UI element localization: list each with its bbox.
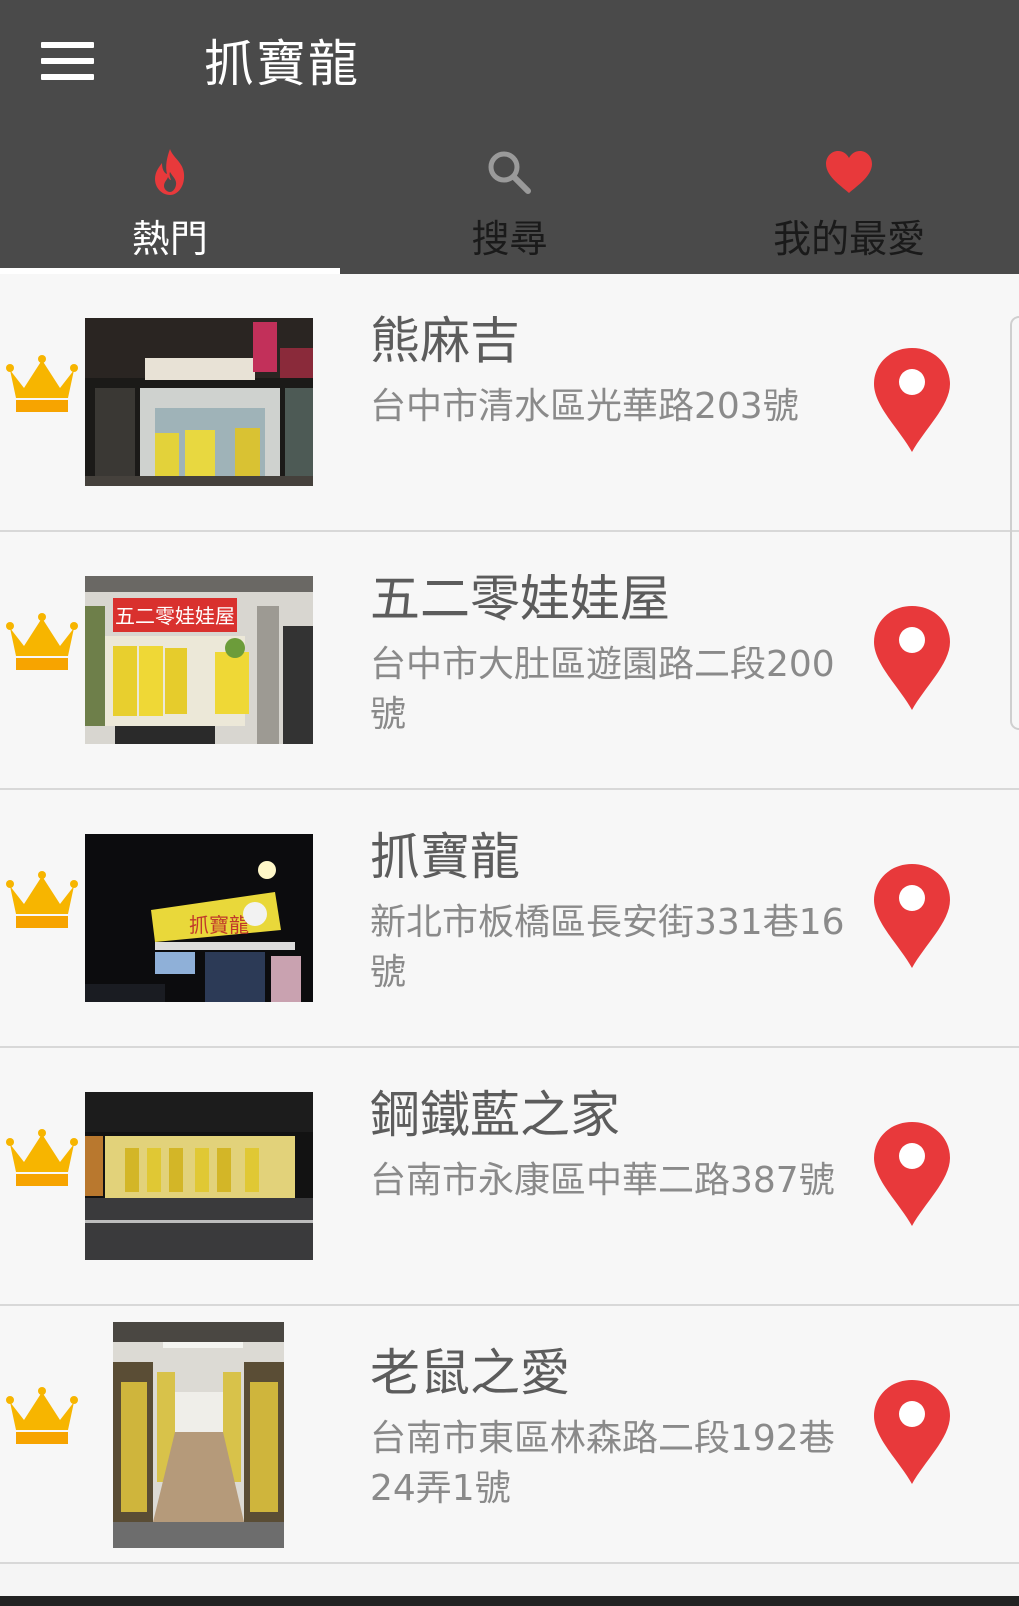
tab-search[interactable]: 搜尋	[340, 132, 680, 274]
list-item[interactable]: 五二零娃娃屋 五二零娃娃屋 台中市大肚區遊園路二段200號	[0, 532, 1019, 790]
crown-icon	[6, 613, 78, 670]
store-photo: 抓寶龍	[85, 834, 313, 1002]
store-photo	[113, 1322, 284, 1548]
store-address: 台南市永康區中華二路387號	[370, 1160, 835, 1201]
store-name: 五二零娃娃屋	[370, 570, 670, 628]
store-address: 台中市大肚區遊園路二段200號	[370, 644, 835, 735]
tab-label: 熱門	[131, 217, 208, 261]
tab-favorites[interactable]: 我的最愛	[679, 132, 1019, 274]
store-name: 老鼠之愛	[370, 1344, 570, 1402]
store-address: 台南市東區林森路二段192巷24弄1號	[370, 1418, 835, 1509]
store-photo: 五二零娃娃屋	[85, 576, 313, 744]
app-title: 抓寶龍	[204, 35, 360, 93]
store-address: 新北市板橋區長安街331巷16號	[370, 902, 845, 993]
heart-icon	[826, 151, 873, 193]
map-pin-icon[interactable]	[870, 1118, 954, 1230]
crown-icon	[6, 1129, 78, 1186]
map-pin-icon[interactable]	[870, 602, 954, 714]
map-pin-icon[interactable]	[870, 1376, 954, 1488]
store-sign-text: 五二零娃娃屋	[115, 604, 235, 628]
store-address: 台中市清水區光華路203號	[370, 386, 799, 427]
store-list: 熊麻吉 台中市清水區光華路203號 五二零娃娃屋 五二零娃娃屋 台中市大肚區遊園…	[0, 274, 1019, 1564]
store-photo	[85, 1092, 313, 1260]
map-pin-icon[interactable]	[870, 344, 954, 456]
list-item[interactable]: 抓寶龍 抓寶龍 新北市板橋區長安街331巷16號	[0, 790, 1019, 1048]
store-name: 熊麻吉	[370, 312, 520, 370]
store-photo	[85, 318, 313, 486]
tab-hot[interactable]: 熱門	[0, 132, 340, 274]
store-name: 抓寶龍	[370, 828, 520, 886]
tab-label: 我的最愛	[773, 217, 926, 261]
store-sign-text: 抓寶龍	[189, 913, 249, 937]
menu-icon[interactable]	[32, 36, 102, 90]
list-item[interactable]: 鋼鐵藍之家 台南市永康區中華二路387號	[0, 1048, 1019, 1306]
store-name: 鋼鐵藍之家	[370, 1086, 620, 1144]
crown-icon	[6, 871, 78, 928]
bottom-edge	[0, 1596, 1019, 1606]
map-pin-icon[interactable]	[870, 860, 954, 972]
edge-panel-handle[interactable]	[1010, 316, 1019, 730]
flame-icon	[154, 149, 184, 195]
tab-label: 搜尋	[471, 217, 548, 261]
list-item[interactable]: 老鼠之愛 台南市東區林森路二段192巷24弄1號	[0, 1306, 1019, 1564]
list-item[interactable]: 熊麻吉 台中市清水區光華路203號	[0, 274, 1019, 532]
app-bar: 抓寶龍	[0, 0, 1019, 132]
tab-bar: 熱門 搜尋 我的最愛	[0, 132, 1019, 274]
crown-icon	[6, 355, 78, 412]
crown-icon	[6, 1387, 78, 1444]
search-icon	[488, 151, 531, 194]
